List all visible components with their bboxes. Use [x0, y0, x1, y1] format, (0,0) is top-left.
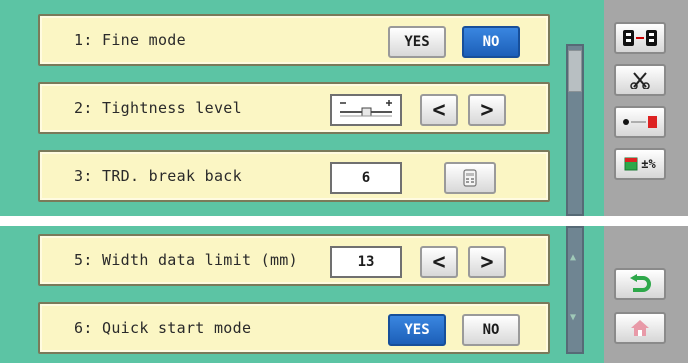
keypad-icon	[463, 169, 477, 187]
fine-mode-no-button[interactable]: NO	[462, 26, 520, 58]
percent-label: ±%	[641, 157, 656, 171]
return-arrow-icon	[630, 274, 651, 292]
tightness-gauge-icon	[340, 100, 392, 117]
home-icon	[631, 320, 649, 336]
scrollbar-thumb[interactable]	[568, 50, 582, 92]
scrollbar[interactable]	[566, 44, 584, 216]
setting-label: 3: TRD. break back	[74, 167, 242, 185]
setting-label: 6: Quick start mode	[74, 319, 252, 337]
scroll-down-icon[interactable]: ▼	[570, 312, 576, 323]
width-limit-decrease-button[interactable]: <	[420, 246, 458, 278]
scissors-icon	[630, 72, 650, 89]
needle-thread-icon	[623, 116, 657, 128]
trd-break-back-value: 6	[330, 162, 402, 194]
setting-row-quick-start: 6: Quick start mode YES NO	[38, 302, 550, 354]
settings-panel-bottom: 5: Width data limit (mm) 13 < > 6: Quick…	[0, 226, 688, 363]
setting-label: 1: Fine mode	[74, 31, 186, 49]
scroll-up-icon[interactable]: ▲	[570, 252, 576, 263]
fine-mode-yes-button[interactable]: YES	[388, 26, 446, 58]
setting-label: 2: Tightness level	[74, 99, 242, 117]
trd-break-back-edit-button[interactable]	[444, 162, 496, 194]
setting-row-width-limit: 5: Width data limit (mm) 13 < >	[38, 234, 550, 286]
quick-start-no-button[interactable]: NO	[462, 314, 520, 346]
tightness-increase-button[interactable]: >	[468, 94, 506, 126]
home-button[interactable]	[614, 312, 666, 344]
thread-pair-icon	[623, 30, 657, 46]
width-limit-value: 13	[330, 246, 402, 278]
settings-panel-top: 1: Fine mode YES NO 2: Tightness level <…	[0, 0, 688, 216]
thread-pair-button[interactable]	[614, 22, 666, 54]
side-toolbar-top: ±%	[604, 0, 688, 216]
width-limit-increase-button[interactable]: >	[468, 246, 506, 278]
side-toolbar-bottom	[604, 226, 688, 363]
setting-row-trd-break-back: 3: TRD. break back 6	[38, 150, 550, 202]
tightness-gauge	[330, 94, 402, 126]
tightness-decrease-button[interactable]: <	[420, 94, 458, 126]
scrollbar[interactable]: ▲ ▼	[566, 226, 584, 354]
trim-button[interactable]	[614, 64, 666, 96]
quick-start-yes-button[interactable]: YES	[388, 314, 446, 346]
needle-thread-button[interactable]	[614, 106, 666, 138]
back-button[interactable]	[614, 268, 666, 300]
frame-icon	[624, 157, 638, 171]
setting-label: 5: Width data limit (mm)	[74, 251, 298, 269]
speed-percent-button[interactable]: ±%	[614, 148, 666, 180]
setting-row-tightness: 2: Tightness level < >	[38, 82, 550, 134]
setting-row-fine-mode: 1: Fine mode YES NO	[38, 14, 550, 66]
